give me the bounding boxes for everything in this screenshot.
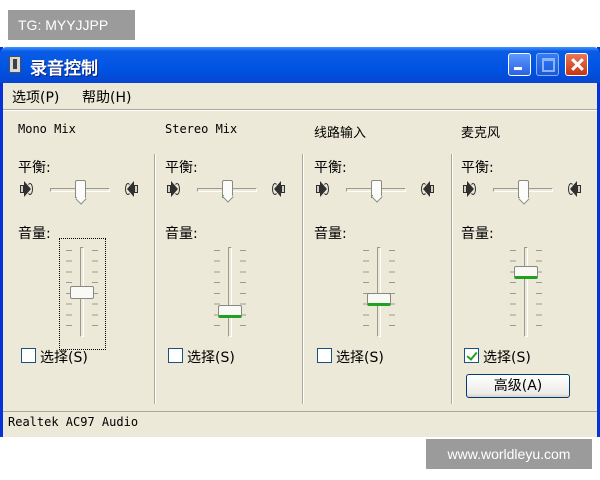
window-title: 录音控制 — [30, 59, 98, 79]
volume-ticks-left — [510, 250, 516, 336]
select-checkbox[interactable] — [317, 348, 332, 363]
speaker-right-icon — [421, 181, 434, 197]
channel-separator — [451, 154, 453, 404]
app-icon — [9, 56, 21, 73]
close-button[interactable] — [565, 53, 588, 76]
volume-slider-track[interactable] — [228, 247, 232, 337]
balance-slider-thumb[interactable] — [221, 180, 233, 198]
balance-label: 平衡: — [165, 160, 198, 176]
volume-label: 音量: — [314, 226, 347, 242]
title-bar[interactable]: 录音控制 — [0, 47, 600, 83]
volume-ticks-left — [214, 250, 220, 336]
channel-separator — [302, 154, 304, 404]
balance-label: 平衡: — [461, 160, 494, 176]
volume-slider-thumb[interactable] — [218, 304, 242, 318]
select-checkbox[interactable] — [168, 348, 183, 363]
volume-slider-thumb[interactable] — [367, 293, 391, 307]
select-label[interactable]: 选择(S) — [187, 347, 235, 367]
balance-slider-thumb[interactable] — [517, 180, 529, 198]
channel-separator — [154, 154, 156, 404]
speaker-left-icon — [167, 181, 180, 197]
volume-slider-track[interactable] — [377, 247, 381, 337]
volume-ticks-right — [240, 250, 246, 336]
maximize-button[interactable] — [536, 53, 559, 76]
select-checkbox[interactable] — [21, 348, 36, 363]
balance-slider-thumb[interactable] — [370, 180, 382, 198]
select-label[interactable]: 选择(S) — [40, 347, 88, 367]
device-name: Realtek AC97 Audio — [8, 415, 139, 429]
volume-ticks-right — [536, 250, 542, 336]
menu-bar: 选项(P) 帮助(H) — [3, 83, 597, 109]
balance-label: 平衡: — [18, 160, 51, 176]
speaker-right-icon — [272, 181, 285, 197]
select-label[interactable]: 选择(S) — [483, 347, 531, 367]
channel-name: Stereo Mix — [165, 122, 238, 136]
volume-label: 音量: — [165, 226, 198, 242]
volume-slider-thumb[interactable] — [514, 266, 538, 280]
volume-slider-track[interactable] — [524, 247, 528, 337]
speaker-left-icon — [316, 181, 329, 197]
status-bar: Realtek AC97 Audio — [3, 411, 597, 434]
volume-label: 音量: — [461, 226, 494, 242]
volume-slider-thumb[interactable] — [70, 285, 94, 299]
speaker-left-icon — [20, 181, 33, 197]
select-checkbox[interactable] — [464, 348, 479, 363]
speaker-right-icon — [125, 181, 138, 197]
watermark-bottom: www.worldleyu.com — [426, 439, 592, 469]
volume-label: 音量: — [18, 226, 51, 242]
menu-divider — [3, 109, 597, 111]
channel-name: 线路输入 — [314, 126, 367, 141]
watermark-top: TG: MYYJJPP — [8, 10, 135, 40]
channel-name: 麦克风 — [461, 126, 501, 141]
balance-slider-thumb[interactable] — [74, 180, 86, 198]
speaker-right-icon — [568, 181, 581, 197]
minimize-button[interactable] — [508, 53, 531, 76]
speaker-left-icon — [463, 181, 476, 197]
recording-control-window: 录音控制 选项(P) 帮助(H) Mono Mix 平衡: 音量: 选择(S) … — [0, 47, 600, 437]
select-label[interactable]: 选择(S) — [336, 347, 384, 367]
menu-options[interactable]: 选项(P) — [12, 87, 59, 107]
check-icon — [466, 349, 478, 361]
balance-label: 平衡: — [314, 160, 347, 176]
channel-name: Mono Mix — [18, 122, 76, 136]
advanced-button[interactable]: 高级(A) — [466, 374, 570, 398]
menu-help[interactable]: 帮助(H) — [82, 87, 131, 107]
